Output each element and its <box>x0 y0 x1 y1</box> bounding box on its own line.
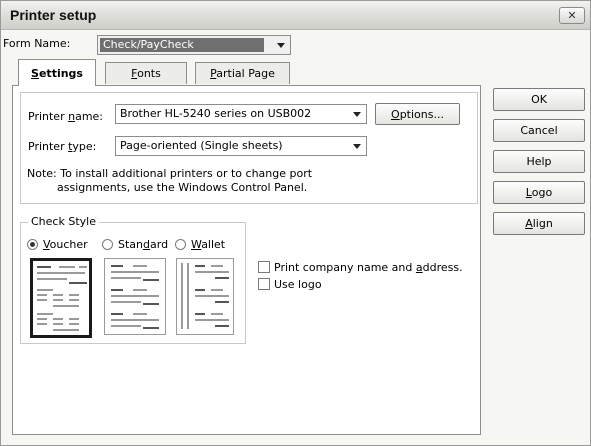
tab-fonts[interactable]: Fonts <box>105 62 187 84</box>
standard-preview-icon[interactable] <box>104 258 166 335</box>
logo-button-label: Logo <box>525 186 553 199</box>
printer-name-value: Brother HL-5240 series on USB002 <box>120 107 312 120</box>
help-button-label: Help <box>526 155 552 168</box>
align-button[interactable]: Align <box>493 212 585 235</box>
voucher-radio[interactable] <box>27 239 38 250</box>
wallet-label[interactable]: Wallet <box>191 238 225 251</box>
title-bar: Printer setup ✕ <box>1 1 590 30</box>
printer-type-label: Printer type: <box>28 140 97 153</box>
form-name-label: Form Name: <box>3 37 71 50</box>
close-button[interactable]: ✕ <box>559 7 585 24</box>
wallet-preview-icon[interactable] <box>176 258 234 335</box>
print-company-label[interactable]: Print company name and address. <box>274 261 463 274</box>
use-logo-checkbox[interactable] <box>258 278 270 290</box>
chevron-down-icon <box>348 137 366 155</box>
tab-partial-page-label: Partial Page <box>210 67 275 80</box>
printer-name-label: Printer name: <box>28 110 104 123</box>
voucher-preview-icon[interactable] <box>30 258 92 338</box>
printer-type-dropdown[interactable]: Page-oriented (Single sheets) <box>115 136 367 156</box>
options-button[interactable]: Options... <box>375 103 460 125</box>
form-name-dropdown[interactable]: Check/PayCheck <box>97 35 291 55</box>
ok-button-label: OK <box>531 93 547 106</box>
tab-partial-page[interactable]: Partial Page <box>195 62 290 84</box>
note-line-2: assignments, use the Windows Control Pan… <box>57 181 308 194</box>
print-company-checkbox[interactable] <box>258 261 270 273</box>
ok-button[interactable]: OK <box>493 88 585 111</box>
help-button[interactable]: Help <box>493 150 585 173</box>
cancel-button[interactable]: Cancel <box>493 119 585 142</box>
options-button-label: Options... <box>391 107 444 121</box>
wallet-radio[interactable] <box>175 239 186 250</box>
tab-settings[interactable]: Settings <box>18 59 96 86</box>
cancel-button-label: Cancel <box>520 124 558 137</box>
align-button-label: Align <box>525 217 553 230</box>
note-line-1: Note: To install additional printers or … <box>27 167 313 180</box>
logo-button[interactable]: Logo <box>493 181 585 204</box>
standard-label[interactable]: Standard <box>118 238 168 251</box>
standard-radio[interactable] <box>102 239 113 250</box>
form-name-value: Check/PayCheck <box>100 38 264 52</box>
chevron-down-icon <box>348 105 366 123</box>
voucher-label[interactable]: Voucher <box>43 238 88 251</box>
printer-type-value: Page-oriented (Single sheets) <box>120 139 283 152</box>
tab-fonts-label: Fonts <box>131 67 161 80</box>
dialog-title: Printer setup <box>10 7 97 23</box>
check-style-label: Check Style <box>28 215 99 228</box>
chevron-down-icon <box>272 36 290 54</box>
use-logo-label[interactable]: Use logo <box>274 278 322 291</box>
tab-settings-label: Settings <box>31 66 83 80</box>
close-icon: ✕ <box>567 9 577 22</box>
printer-name-dropdown[interactable]: Brother HL-5240 series on USB002 <box>115 104 367 124</box>
